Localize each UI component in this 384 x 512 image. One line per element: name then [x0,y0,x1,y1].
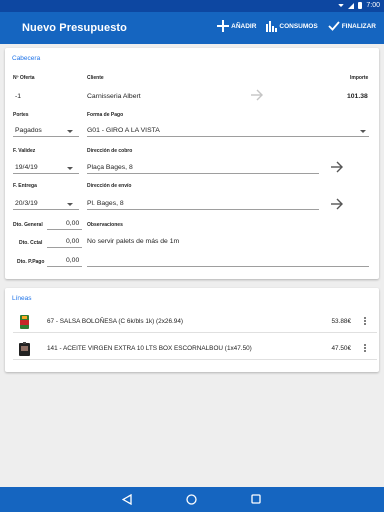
cliente-value[interactable]: Carnisseria Albert [87,93,141,100]
observaciones-underline [87,266,369,267]
dto-ppago-input[interactable]: 0,00 [66,257,79,264]
dto-general-label: Dto. General [13,222,43,228]
signal-icon [348,2,355,9]
cliente-arrow-icon[interactable] [250,89,264,101]
status-bar: 7:00 [0,0,384,12]
dir-cobro-arrow-icon[interactable] [330,161,344,173]
f-entrega-label: F. Entrega [13,183,37,189]
lineas-title: Líneas [12,295,32,302]
cliente-label: Cliente [87,75,104,81]
add-button[interactable]: AÑADIR [217,20,256,32]
forma-pago-label: Forma de Pago [87,112,124,118]
f-validez-select[interactable]: 19/4/19 [15,164,38,171]
dto-general-underline [47,229,82,230]
status-time: 7:00 [366,2,380,9]
observaciones-label: Observaciones [87,222,123,228]
dir-envio-underline [87,209,319,210]
cabecera-title: Cabecera [12,55,41,62]
f-entrega-underline [13,209,79,210]
forma-pago-underline [87,136,369,137]
dto-cctal-label: Dto. Cctal [19,240,43,246]
dir-envio-label: Dirección de envío [87,183,132,189]
plus-icon [217,20,230,32]
more-vert-icon[interactable] [363,343,367,355]
portes-label: Portes [13,112,29,118]
product-thumbnail-sauce [20,315,29,329]
dto-ppago-label: Dto. P.Pago [17,259,45,265]
n-oferta-value: -1 [15,93,22,100]
f-validez-caret-icon[interactable] [67,167,73,170]
finalizar-button-label: FINALIZAR [341,22,376,30]
portes-caret-icon[interactable] [67,130,73,133]
importe-value: 101.38 [347,93,368,100]
status-icons: 7:00 [338,2,380,9]
lineas-card: Líneas 67 - SALSA BOLOÑESA (C 6k/bls 1k)… [5,288,379,372]
finalizar-button[interactable]: FINALIZAR [328,21,376,31]
navigation-bar [0,487,384,512]
forma-pago-select[interactable]: G01 - GIRO A LA VISTA [87,127,160,134]
dir-cobro-label: Dirección de cobro [87,148,133,154]
list-item-price: 47.50€ [331,345,351,352]
f-entrega-caret-icon[interactable] [67,203,73,206]
f-entrega-select[interactable]: 20/3/19 [15,200,38,207]
list-item[interactable]: 141 - ACEITE VIRGEN EXTRA 10 LTS BOX ESC… [13,338,377,360]
f-validez-underline [13,173,79,174]
dto-cctal-input[interactable]: 0,00 [66,238,79,245]
consumos-button[interactable]: CONSUMOS [266,20,318,32]
importe-label: Importe [350,75,369,81]
check-icon [328,21,340,31]
list-item-price: 53.88€ [331,318,351,325]
page-title: Nuevo Presupuesto [22,22,128,34]
home-icon[interactable] [186,494,197,505]
more-vert-icon[interactable] [363,316,367,328]
recents-icon[interactable] [251,494,261,504]
dir-envio-arrow-icon[interactable] [330,198,344,210]
battery-icon [358,2,363,9]
back-icon[interactable] [122,494,132,505]
app-bar-actions: AÑADIR CONSUMOS FINALIZAR [217,20,376,32]
dto-ppago-underline [47,266,82,267]
list-item[interactable]: 67 - SALSA BOLOÑESA (C 6k/bls 1k) (2x26.… [13,311,377,333]
dto-cctal-underline [47,247,82,248]
forma-pago-caret-icon[interactable] [360,130,366,133]
f-validez-label: F. Validez [13,148,36,154]
dir-envio-value[interactable]: Pl. Bages, 8 [87,200,124,207]
observaciones-input[interactable]: No servir palets de más de 1m [87,238,179,245]
add-button-label: AÑADIR [231,22,257,30]
wifi-icon [338,4,345,7]
portes-underline [13,136,79,137]
list-item-description: 67 - SALSA BOLOÑESA (C 6k/bls 1k) (2x26.… [47,318,184,325]
app-bar: Nuevo Presupuesto AÑADIR CONSUMOS FINALI… [0,12,384,44]
dir-cobro-value[interactable]: Plaça Bages, 8 [87,164,133,171]
dir-cobro-underline [87,173,319,174]
list-item-description: 141 - ACEITE VIRGEN EXTRA 10 LTS BOX ESC… [47,345,252,352]
n-oferta-label: Nº Oferta [13,75,35,81]
bar-chart-icon [266,20,278,32]
product-thumbnail-oil [19,342,30,356]
cabecera-card: Cabecera Nº Oferta Cliente Importe -1 Ca… [5,48,379,279]
portes-select[interactable]: Pagados [15,127,42,134]
dto-general-input[interactable]: 0,00 [66,220,79,227]
consumos-button-label: CONSUMOS [279,22,318,30]
